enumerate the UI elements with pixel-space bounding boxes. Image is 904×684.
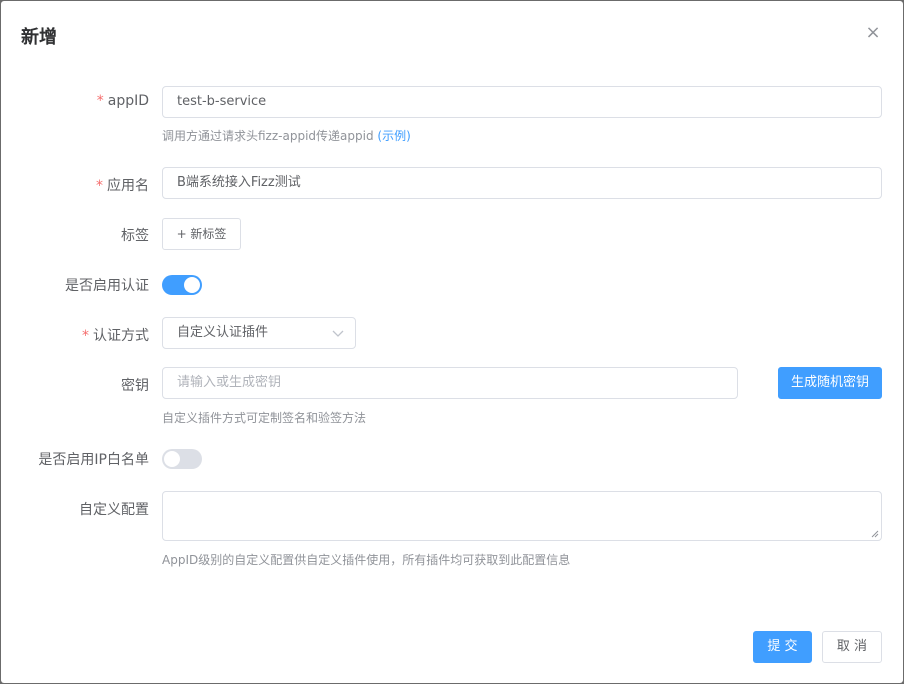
required-mark: * [82, 328, 89, 344]
auth-method-label: * 认证方式 [82, 325, 149, 345]
app-name-label-text: 应用名 [107, 178, 149, 194]
cancel-button[interactable]: 取 消 [822, 631, 882, 663]
example-link[interactable]: (示例) [377, 129, 410, 143]
add-tag-button[interactable]: + 新标签 [162, 218, 241, 250]
submit-button[interactable]: 提 交 [753, 631, 812, 663]
required-mark: * [96, 178, 103, 194]
custom-config-help: AppID级别的自定义配置供自定义插件使用，所有插件均可获取到此配置信息 [162, 553, 571, 567]
app-name-label: * 应用名 [96, 175, 149, 195]
auth-method-label-text: 认证方式 [93, 328, 149, 344]
required-mark: * [96, 93, 104, 109]
enable-auth-label: 是否启用认证 [65, 278, 149, 294]
auth-method-select[interactable]: 自定义认证插件 [162, 317, 356, 349]
app-name-input[interactable]: B端系统接入Fizz测试 [162, 167, 882, 199]
close-icon[interactable]: × [863, 23, 883, 43]
switch-knob [184, 277, 200, 293]
secret-label: 密钥 [121, 378, 149, 394]
appid-help-text: 调用方通过请求头fizz-appid传递appid [162, 129, 374, 143]
dialog-title: 新增 [21, 27, 57, 48]
secret-input[interactable]: 请输入或生成密钥 [162, 367, 738, 399]
ip-whitelist-switch[interactable] [162, 449, 202, 469]
appid-help: 调用方通过请求头fizz-appid传递appid (示例) [162, 127, 411, 144]
appid-label: * appID [97, 93, 149, 109]
generate-secret-button[interactable]: 生成随机密钥 [778, 367, 882, 399]
resize-handle-icon[interactable] [871, 530, 879, 538]
chevron-down-icon [332, 330, 344, 337]
ip-whitelist-label: 是否启用IP白名单 [38, 452, 149, 468]
custom-config-label: 自定义配置 [79, 502, 149, 518]
enable-auth-switch[interactable] [162, 275, 202, 295]
appid-input[interactable]: test-b-service [162, 86, 882, 118]
secret-help: 自定义插件方式可定制签名和验签方法 [162, 411, 367, 425]
appid-label-text: appID [107, 93, 149, 109]
tags-label: 标签 [121, 228, 149, 244]
switch-knob [164, 451, 180, 467]
auth-method-value: 自定义认证插件 [177, 325, 269, 340]
custom-config-textarea[interactable] [162, 491, 882, 541]
add-dialog: 新增 × * appID test-b-service 调用方通过请求头fizz-… [1, 1, 903, 683]
